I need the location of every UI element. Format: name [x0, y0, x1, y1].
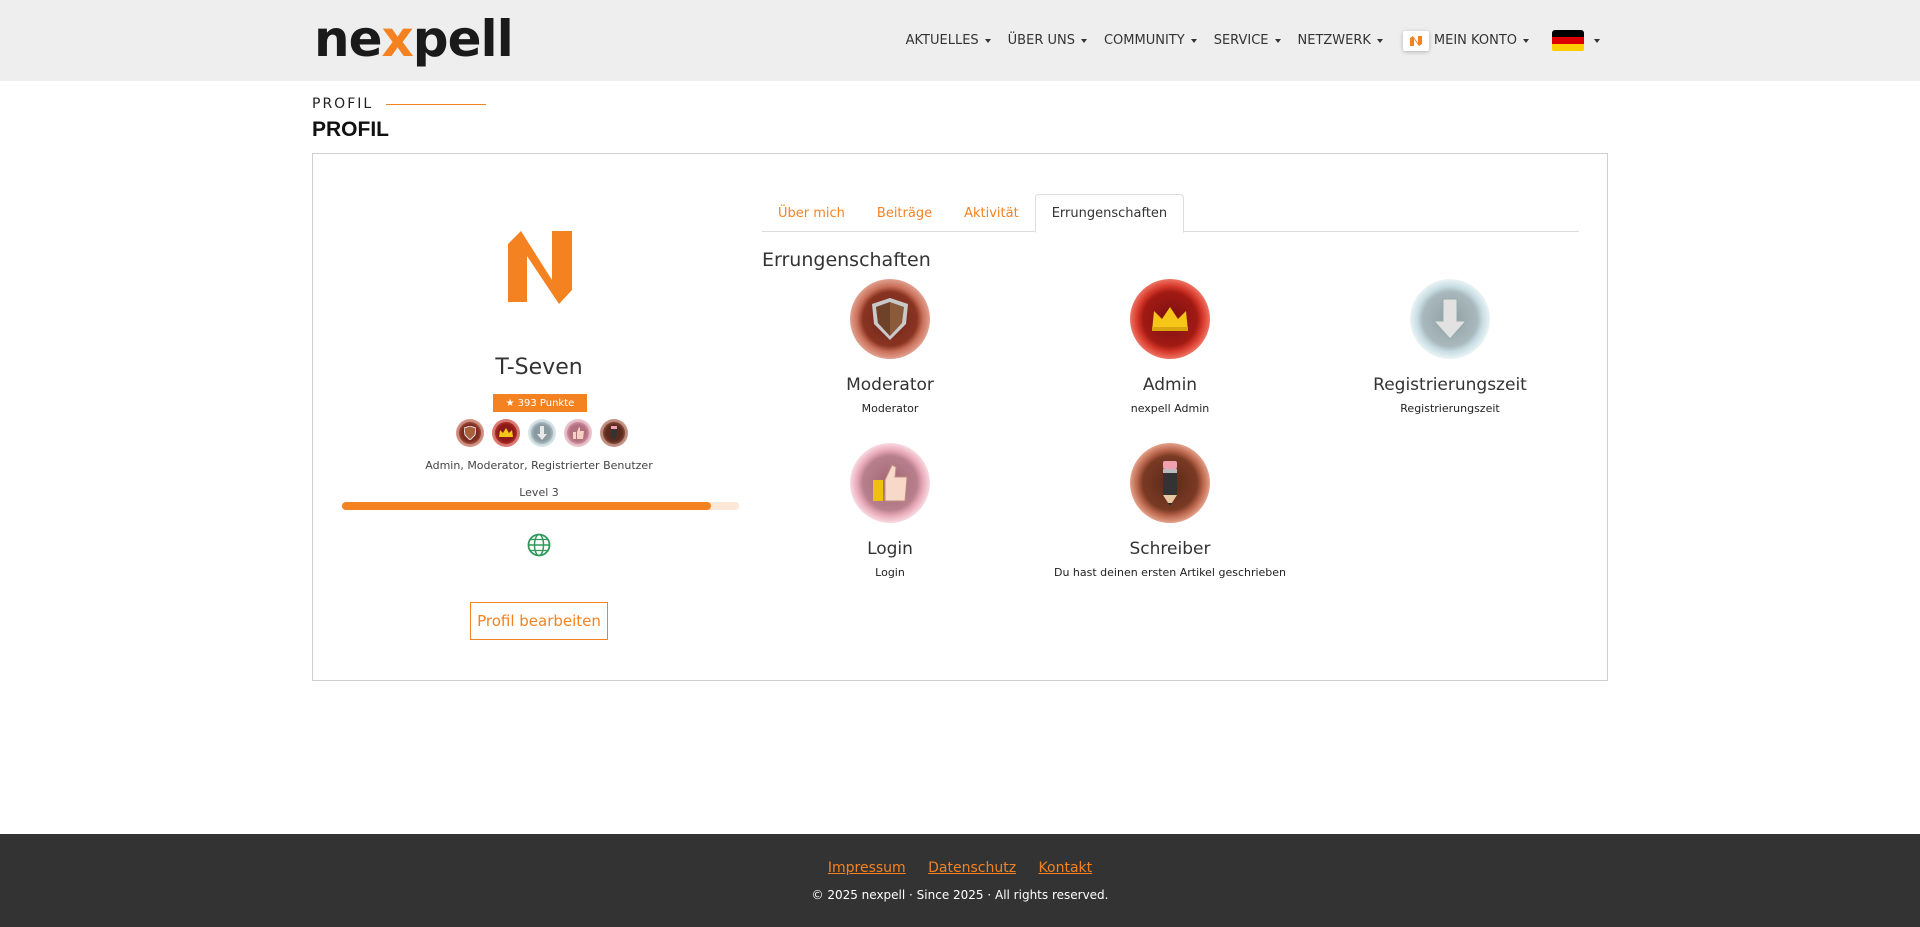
profile-username: T-Seven: [495, 355, 583, 380]
achievement-description: Registrierungszeit: [1400, 402, 1500, 415]
achievement-name: Moderator: [846, 375, 934, 395]
achievement-registrierungszeit: Registrierungszeit Registrierungszeit: [1310, 279, 1590, 415]
footer: Impressum Datenschutz Kontakt © 2025 nex…: [0, 834, 1920, 927]
footer-links: Impressum Datenschutz Kontakt: [0, 860, 1920, 876]
achievement-name: Login: [867, 539, 913, 559]
nexpell-logo[interactable]: ne x pell: [314, 10, 514, 68]
level-progress-bar: [342, 502, 739, 510]
logo-text-right: pell: [412, 10, 514, 68]
footer-link-kontakt[interactable]: Kontakt: [1039, 860, 1093, 876]
writer-badge-icon[interactable]: [600, 419, 628, 447]
nav-service[interactable]: SERVICE: [1214, 33, 1281, 48]
nav-ueber-uns[interactable]: ÜBER UNS: [1008, 33, 1087, 48]
page-title: PROFIL: [312, 118, 389, 141]
tab-ueber-mich[interactable]: Über mich: [762, 194, 861, 232]
tab-aktivitaet[interactable]: Aktivität: [948, 194, 1035, 232]
caret-down-icon: [984, 38, 991, 43]
achievement-name: Schreiber: [1129, 539, 1211, 559]
profile-roles: Admin, Moderator, Registrierter Benutzer: [425, 459, 653, 472]
profile-level: Level 3: [519, 486, 559, 499]
points-badge: ★ 393 Punkte: [493, 394, 587, 412]
level-progress-fill: [342, 502, 712, 510]
language-switcher[interactable]: [1547, 29, 1600, 52]
tab-beitraege[interactable]: Beiträge: [861, 194, 948, 232]
copyright: © 2025 nexpell · Since 2025 · All rights…: [811, 888, 1109, 902]
caret-down-icon: [1274, 38, 1281, 43]
nav-community[interactable]: COMMUNITY: [1104, 33, 1197, 48]
profile-tabs: Über mich Beiträge Aktivität Errungensch…: [762, 194, 1579, 233]
tab-errungenschaften[interactable]: Errungenschaften: [1034, 194, 1185, 233]
footer-link-datenschutz[interactable]: Datenschutz: [928, 860, 1016, 876]
pencil-icon: [1130, 443, 1210, 523]
achievement-name: Admin: [1142, 375, 1198, 395]
shield-icon: [850, 279, 930, 359]
registration-badge-icon[interactable]: [528, 419, 556, 447]
login-badge-icon[interactable]: [564, 419, 592, 447]
main-nav: AKTUELLES ÜBER UNS COMMUNITY SERVICE NET…: [889, 0, 1600, 81]
account-avatar-icon: [1402, 30, 1429, 51]
caret-down-icon: [1190, 38, 1197, 43]
achievement-login: Login Login: [750, 443, 1030, 579]
achievement-description: Login: [875, 566, 905, 579]
logo-text-x: x: [381, 10, 414, 68]
crown-icon: [1130, 279, 1210, 359]
caret-down-icon: [1523, 38, 1529, 43]
caret-down-icon: [1594, 38, 1600, 43]
logo-text-left: ne: [314, 10, 383, 68]
profile-card: T-Seven ★ 393 Punkte Admin, Moderator, Re…: [312, 153, 1608, 681]
achievement-name: Registrierungszeit: [1373, 375, 1527, 395]
nav-aktuelles[interactable]: AKTUELLES: [906, 33, 991, 48]
nav-netzwerk[interactable]: NETZWERK: [1298, 33, 1383, 48]
star-icon: ★: [505, 397, 515, 409]
footer-link-impressum[interactable]: Impressum: [828, 860, 906, 876]
achievement-description: Moderator: [861, 402, 919, 415]
nexpell-n-avatar-icon: [508, 231, 572, 304]
de-flag-icon: [1552, 29, 1584, 52]
achievement-description: Du hast deinen ersten Artikel geschriebe…: [1053, 566, 1287, 579]
achievement-moderator: Moderator Moderator: [750, 279, 1030, 415]
breadcrumb: PROFIL: [312, 96, 374, 112]
globe-icon[interactable]: [527, 533, 551, 557]
caret-down-icon: [1080, 38, 1087, 43]
breadcrumb-divider: [386, 104, 486, 105]
moderator-badge-icon[interactable]: [456, 419, 484, 447]
mini-badge-row: [456, 419, 636, 447]
nav-mein-konto[interactable]: MEIN KONTO: [1402, 30, 1529, 51]
achievement-schreiber: Schreiber Du hast deinen ersten Artikel …: [1030, 443, 1310, 579]
achievements-heading: Errungenschaften: [762, 249, 931, 271]
thumbs-up-icon: [850, 443, 930, 523]
top-navbar: ne x pell AKTUELLES ÜBER UNS COMMUNITY SER…: [0, 0, 1920, 81]
achievement-description: nexpell Admin: [1130, 402, 1210, 415]
admin-badge-icon[interactable]: [492, 419, 520, 447]
caret-down-icon: [1376, 38, 1383, 43]
achievement-admin: Admin nexpell Admin: [1030, 279, 1310, 415]
edit-profile-button[interactable]: Profil bearbeiten: [470, 602, 608, 640]
download-arrow-icon: [1410, 279, 1490, 359]
